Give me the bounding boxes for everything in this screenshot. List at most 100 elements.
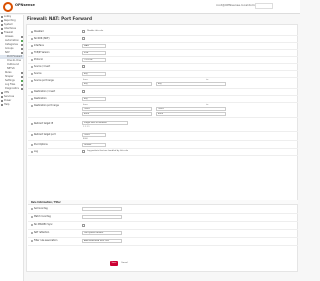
source-invert-label: Source / Invert (31, 65, 50, 68)
row-log: Log Log packets that are handled by this… (28, 149, 298, 156)
info-icon[interactable] (31, 97, 33, 100)
opnsense-logo-icon[interactable] (3, 2, 13, 12)
info-icon[interactable] (31, 215, 33, 218)
source-from-label: from: (83, 79, 89, 81)
redirect-target-port-value[interactable]: 8000 (83, 138, 88, 140)
pool-options-select[interactable]: Default (82, 143, 106, 147)
info-icon[interactable] (31, 143, 33, 146)
sidebar-item-help[interactable]: Help (0, 103, 24, 107)
dest-from-select[interactable]: Other (82, 107, 152, 111)
row-no-rdr: No RDR (NOT) (28, 36, 298, 43)
no-xmlrpc-sync-label: No XMLRPC Sync (31, 223, 53, 226)
redirect-target-port-label: Redirect target port (31, 133, 56, 136)
reporting-icon (1, 20, 3, 22)
dest-to-select[interactable]: Other (156, 107, 226, 111)
help-icon (1, 104, 3, 106)
rules-icon (21, 72, 23, 74)
destination-label: Destination (31, 97, 47, 100)
info-icon[interactable] (31, 37, 33, 40)
row-destination: Destination any (28, 96, 298, 103)
vpn-icon (1, 92, 3, 94)
filter-rule-association-label: Filter rule association (31, 239, 57, 242)
info-icon[interactable] (31, 223, 33, 226)
no-rdr-checkbox[interactable] (82, 37, 85, 40)
services-icon (1, 96, 3, 98)
row-interface: Interface WAN (28, 43, 298, 50)
source-select[interactable]: any (82, 72, 106, 76)
info-icon[interactable] (31, 150, 33, 153)
sidebar: Lobby Reporting System Interfaces Firewa… (0, 15, 24, 281)
info-icon[interactable] (31, 239, 33, 242)
port-forward-form: Disabled Disable this rule No RDR (NOT) … (26, 24, 298, 272)
protocol-select[interactable]: TCP/UDP (82, 58, 106, 62)
shaper-icon (21, 76, 23, 78)
match-local-tag-input[interactable] (82, 215, 122, 219)
row-protocol: Protocol TCP/UDP (28, 57, 298, 64)
dest-from-port-input[interactable]: 8000 (82, 112, 152, 116)
source-from-select[interactable]: any (82, 82, 152, 86)
info-icon[interactable] (31, 133, 33, 136)
info-icon[interactable] (31, 79, 33, 82)
save-button[interactable]: Save (110, 261, 118, 266)
lobby-icon (1, 16, 3, 18)
destination-invert-label: Destination / Invert (31, 90, 55, 93)
source-to-select[interactable]: any (156, 82, 226, 86)
dest-to-port-input[interactable]: 8000 (156, 112, 226, 116)
source-port-range-label: Source port range (31, 79, 54, 82)
diagnostics-icon (21, 88, 23, 90)
user-host[interactable]: root@OPNsense.localdomain (216, 3, 259, 7)
no-rdr-label: No RDR (NOT) (31, 37, 50, 40)
redirect-target-port-select[interactable]: Other (82, 133, 106, 137)
info-icon[interactable] (31, 122, 33, 125)
destination-select[interactable]: any (82, 97, 106, 101)
info-icon[interactable] (31, 30, 33, 33)
nat-reflection-select[interactable]: Use system default (82, 231, 122, 235)
info-icon[interactable] (31, 58, 33, 61)
redirect-target-ip-value[interactable]: 1.1.1.1 (83, 126, 90, 128)
info-icon[interactable] (31, 51, 33, 54)
no-xmlrpc-sync-checkbox[interactable] (82, 224, 85, 227)
interface-select[interactable]: WAN (82, 44, 106, 48)
info-icon[interactable] (31, 104, 33, 107)
disabled-checkbox[interactable] (82, 30, 85, 33)
aliases-icon (21, 36, 23, 38)
disabled-label: Disabled (31, 30, 44, 33)
tcpip-version-label: TCP/IP Version (31, 51, 50, 54)
filter-rule-association-select[interactable]: Add associated filter rule (82, 239, 122, 243)
redirect-target-ip-label: Redirect target IP (31, 122, 53, 125)
info-icon[interactable] (31, 90, 33, 93)
redirect-target-ip-select[interactable]: Single host or Network (82, 121, 128, 125)
destination-invert-checkbox[interactable] (82, 90, 85, 93)
source-invert-checkbox[interactable] (82, 65, 85, 68)
row-source: Source any (28, 71, 298, 78)
row-pool-options: Pool Options Default (28, 142, 298, 149)
row-nat-reflection: NAT reflection Use system default (28, 230, 298, 238)
section-rule-info: Rule Information / Filter (28, 200, 298, 205)
row-destination-port-range: Destination port range from: to: Other O… (28, 103, 298, 118)
info-icon[interactable] (31, 65, 33, 68)
info-icon[interactable] (31, 207, 33, 210)
system-icon (1, 24, 3, 26)
match-local-tag-label: Match local tag (31, 215, 51, 218)
info-icon[interactable] (31, 44, 33, 47)
info-icon[interactable] (31, 231, 33, 234)
protocol-label: Protocol (31, 58, 43, 61)
page-title: Firewall: NAT: Port Forward (27, 16, 92, 21)
source-to-label: to: (206, 79, 209, 81)
log-checkbox[interactable] (82, 150, 85, 153)
row-tcpip-version: TCP/IP Version IPv4 (28, 50, 298, 57)
row-source-port-range: Source port range from: to: any any (28, 78, 298, 89)
row-match-local-tag: Match local tag (28, 214, 298, 222)
log-files-icon (21, 84, 23, 86)
row-set-local-tag: Set local tag (28, 206, 298, 214)
row-disabled: Disabled Disable this rule (28, 29, 298, 36)
row-source-invert: Source / Invert (28, 64, 298, 71)
dest-to-label: to: (206, 104, 209, 106)
search-input[interactable] (255, 3, 273, 9)
info-icon[interactable] (31, 72, 33, 75)
cancel-button[interactable]: Cancel (121, 262, 128, 264)
row-redirect-target-port: Redirect target port Other 8000 (28, 132, 298, 141)
tcpip-version-select[interactable]: IPv4 (82, 51, 106, 55)
dest-from-label: from: (83, 104, 89, 106)
set-local-tag-input[interactable] (82, 207, 122, 211)
